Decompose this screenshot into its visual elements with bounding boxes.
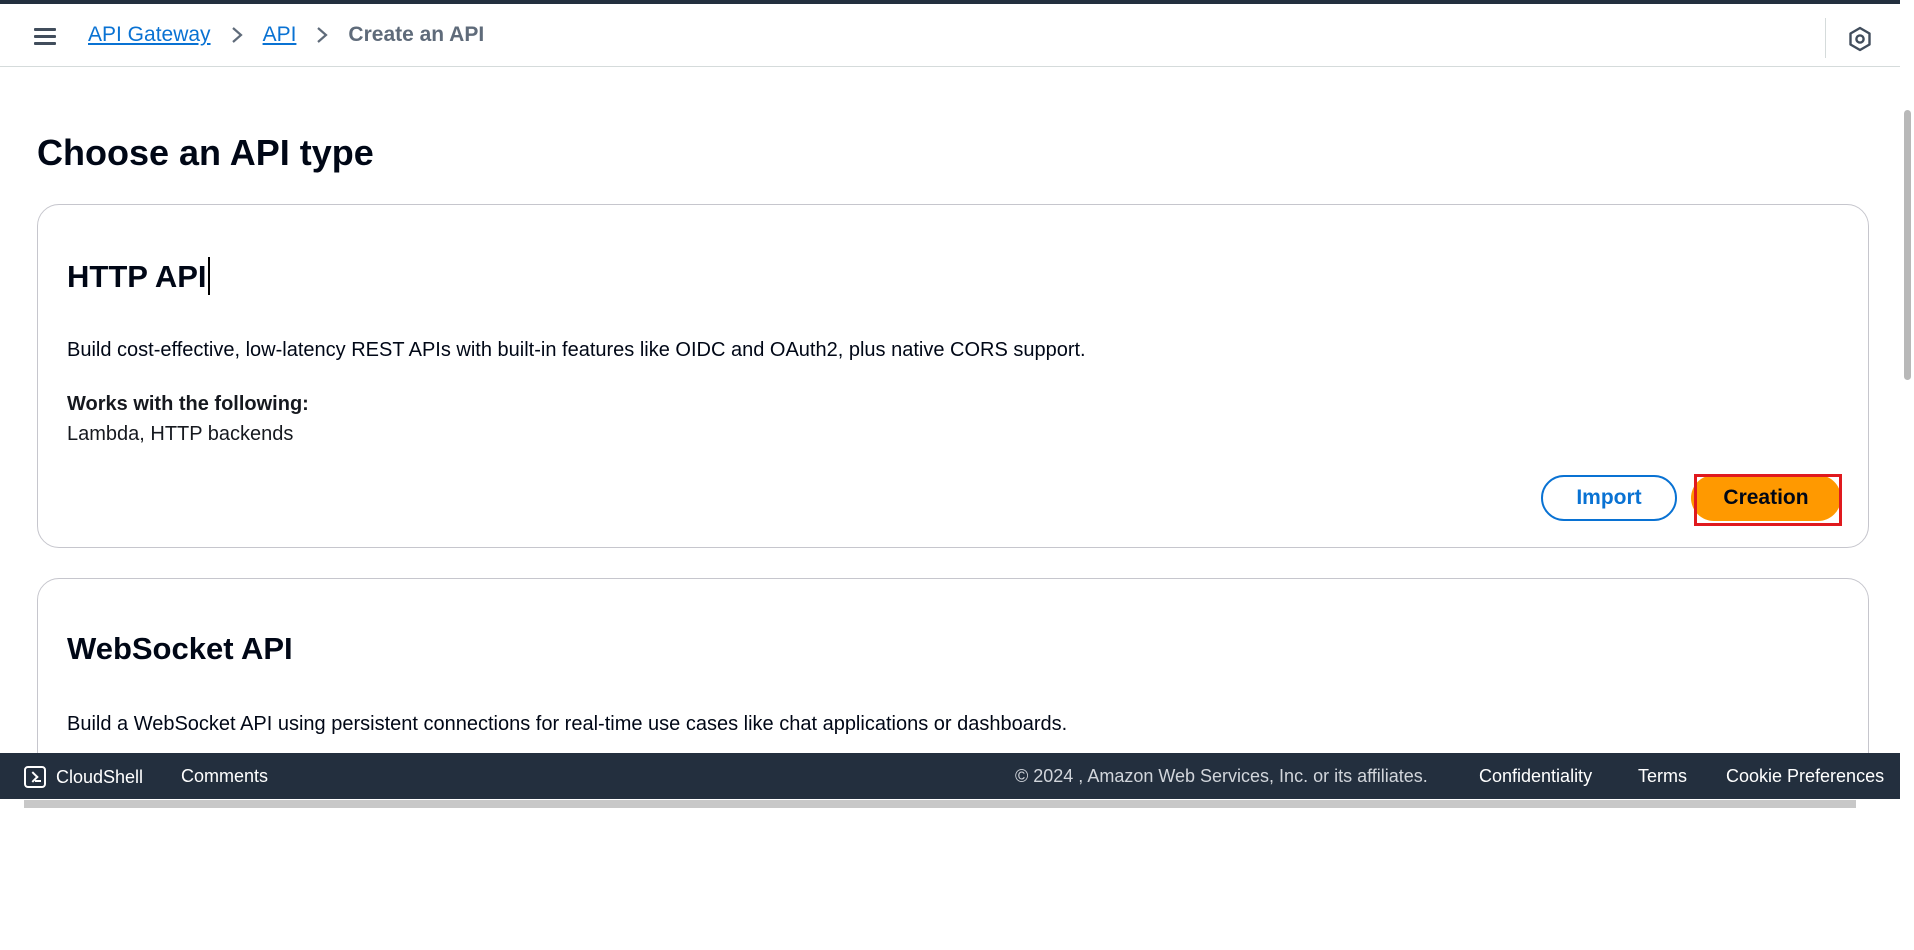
- websocket-api-card: WebSocket API Build a WebSocket API usin…: [37, 578, 1869, 778]
- cloudshell-icon: [24, 766, 46, 788]
- header-divider: [1825, 18, 1826, 58]
- create-button[interactable]: Creation: [1691, 475, 1841, 521]
- top-navigation: API Gateway API Create an API: [0, 4, 1900, 67]
- console-footer: CloudShell Comments © 2024 , Amazon Web …: [0, 753, 1900, 799]
- horizontal-scrollbar[interactable]: [24, 800, 1856, 808]
- chevron-right-icon: [316, 26, 329, 44]
- breadcrumb-api[interactable]: API: [263, 23, 297, 47]
- cloudshell-label: CloudShell: [56, 766, 144, 787]
- http-api-title: HTTP API: [67, 257, 210, 295]
- terms-link[interactable]: Terms: [1638, 766, 1687, 787]
- cloudshell-button[interactable]: CloudShell: [24, 766, 143, 788]
- http-api-card: HTTP API Build cost-effective, low-laten…: [37, 204, 1869, 548]
- copyright-text: © 2024 , Amazon Web Services, Inc. or it…: [1015, 766, 1428, 786]
- breadcrumb: API Gateway API Create an API: [88, 23, 484, 47]
- text-cursor: [207, 257, 210, 295]
- works-with-label: Works with the following:: [67, 393, 309, 415]
- page-title: Choose an API type: [37, 132, 374, 173]
- comments-link[interactable]: Comments: [181, 766, 268, 787]
- websocket-api-title: WebSocket API: [67, 631, 293, 666]
- hamburger-menu-icon[interactable]: [34, 26, 58, 46]
- websocket-api-description: Build a WebSocket API using persistent c…: [67, 713, 1068, 735]
- breadcrumb-current: Create an API: [348, 23, 485, 46]
- settings-icon[interactable]: [1846, 25, 1874, 53]
- works-with-value: Lambda, HTTP backends: [67, 423, 294, 445]
- cookie-preferences-link[interactable]: Cookie Preferences: [1726, 766, 1884, 787]
- chevron-right-icon: [231, 26, 243, 44]
- confidentiality-link[interactable]: Confidentiality: [1479, 766, 1592, 787]
- import-button[interactable]: Import: [1541, 475, 1677, 521]
- vertical-scrollbar-thumb[interactable]: [1904, 110, 1911, 380]
- breadcrumb-api-gateway[interactable]: API Gateway: [88, 23, 211, 47]
- http-api-description: Build cost-effective, low-latency REST A…: [67, 339, 1086, 361]
